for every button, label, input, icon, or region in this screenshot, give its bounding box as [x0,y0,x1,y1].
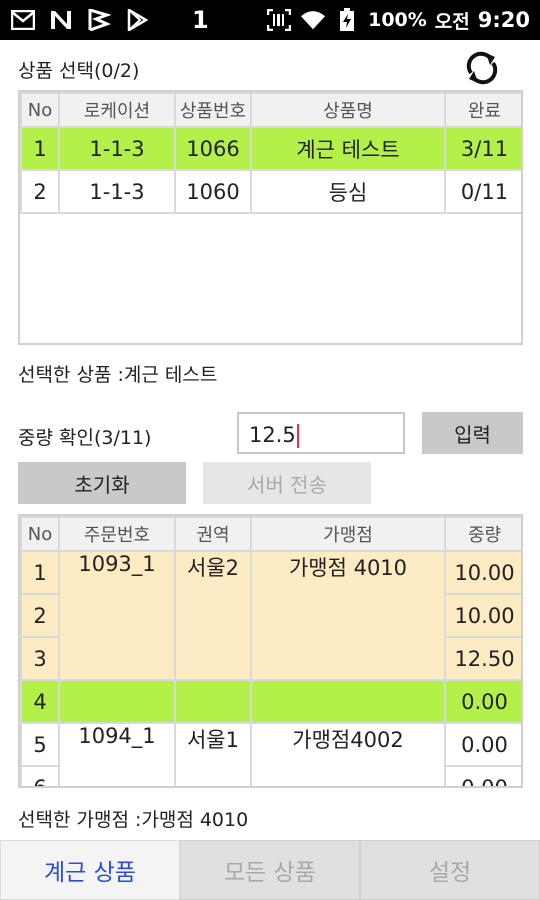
order-row-no: 3 [20,636,60,681]
order-table: No 주문번호 권역 가맹점 중량 1 1093_1 서울2 가맹점 4010 … [20,516,521,786]
product-row[interactable]: 1 1-1-3 1066 계근 테스트 3/11 [20,126,521,171]
col-store-header: 가맹점 [250,516,446,552]
col-done-header: 완료 [444,92,521,128]
order-store: 가맹점 4010 [250,550,446,681]
product-no: 2 [20,169,60,214]
product-selection-title: 상품 선택(0/2) [18,60,140,82]
product-name: 등심 [250,169,446,214]
text-cursor [296,424,299,448]
order-region-empty [174,679,252,724]
weight-input-value: 12.5 [249,423,296,447]
refresh-icon [466,51,498,85]
product-table-container[interactable]: No 로케이션 상품번호 상품명 완료 1 1-1-3 1066 계근 테스트 … [18,90,523,345]
col-product-name-header: 상품명 [250,92,446,128]
mail-icon [10,8,36,32]
col-no-header: No [20,92,60,128]
tab-settings[interactable]: 설정 [360,840,540,900]
tab-weighing-products[interactable]: 계근 상품 [0,840,180,900]
product-row[interactable]: 2 1-1-3 1060 등심 0/11 [20,169,521,214]
battery-icon [334,8,360,32]
order-row-no: 5 [20,722,60,767]
col-location-header: 로케이션 [58,92,176,128]
status-bar: 1 100% 오전 9:20 [0,0,540,40]
order-number: 1094_1 [58,722,176,786]
barcode-scan-icon [266,8,292,32]
enter-weight-button[interactable]: 입력 [422,412,523,454]
order-store-empty [250,679,446,724]
product-name: 계근 테스트 [250,126,446,171]
order-region: 서울1 [174,722,252,786]
wifi-icon [300,8,326,32]
tab-all-products[interactable]: 모든 상품 [180,840,360,900]
order-row[interactable]: 1 1093_1 서울2 가맹점 4010 10.00 [20,550,521,681]
order-region: 서울2 [174,550,252,681]
order-row[interactable]: 5 1094_1 서울1 가맹점4002 0.00 [20,722,521,786]
order-weight: 0.00 [444,679,521,724]
product-location: 1-1-3 [58,126,176,171]
order-row-no: 2 [20,593,60,638]
refresh-button[interactable] [462,48,502,88]
product-number: 1060 [174,169,252,214]
product-done: 3/11 [444,126,521,171]
order-weight: 10.00 [444,593,521,638]
col-weight-header: 중량 [444,516,521,552]
product-number: 1066 [174,126,252,171]
flag-icon [86,8,112,32]
order-weight: 0.00 [444,722,521,767]
col-product-no-header: 상품번호 [174,92,252,128]
product-no: 1 [20,126,60,171]
selected-store-text: 선택한 가맹점 :가맹점 4010 [18,809,249,831]
reset-button[interactable]: 초기화 [18,462,186,504]
col-region-header: 권역 [174,516,252,552]
order-number-empty [58,679,176,724]
order-row-no: 1 [20,550,60,595]
battery-level: 100% [368,9,427,31]
n-icon [48,8,74,32]
product-location: 1-1-3 [58,169,176,214]
clock: 9:20 [477,8,530,32]
col-no-header: No [20,516,60,552]
notification-count: 1 [192,6,209,34]
selected-product-text: 선택한 상품 :계근 테스트 [18,364,218,386]
order-store: 가맹점4002 [250,722,446,786]
time-ampm: 오전 [434,10,470,33]
order-number: 1093_1 [58,550,176,681]
order-row-no: 6 [20,765,60,786]
col-order-no-header: 주문번호 [58,516,176,552]
product-header: 상품 선택(0/2) [0,44,540,90]
order-table-container[interactable]: No 주문번호 권역 가맹점 중량 1 1093_1 서울2 가맹점 4010 … [18,514,523,788]
order-row-selected[interactable]: 4 0.00 [20,679,521,724]
order-weight: 10.00 [444,550,521,595]
weight-check-label: 중량 확인(3/11) [18,427,152,449]
order-weight: 0.00 [444,765,521,786]
play-store-icon [124,8,150,32]
send-to-server-button[interactable]: 서버 전송 [203,462,371,504]
bottom-tab-bar: 계근 상품 모든 상품 설정 [0,840,540,900]
product-done: 0/11 [444,169,521,214]
order-weight: 12.50 [444,636,521,681]
weight-input[interactable]: 12.5 [237,412,405,454]
product-table: No 로케이션 상품번호 상품명 완료 1 1-1-3 1066 계근 테스트 … [20,92,521,214]
order-row-no: 4 [20,679,60,724]
order-table-header: No 주문번호 권역 가맹점 중량 [20,516,521,552]
product-table-header: No 로케이션 상품번호 상품명 완료 [20,92,521,128]
